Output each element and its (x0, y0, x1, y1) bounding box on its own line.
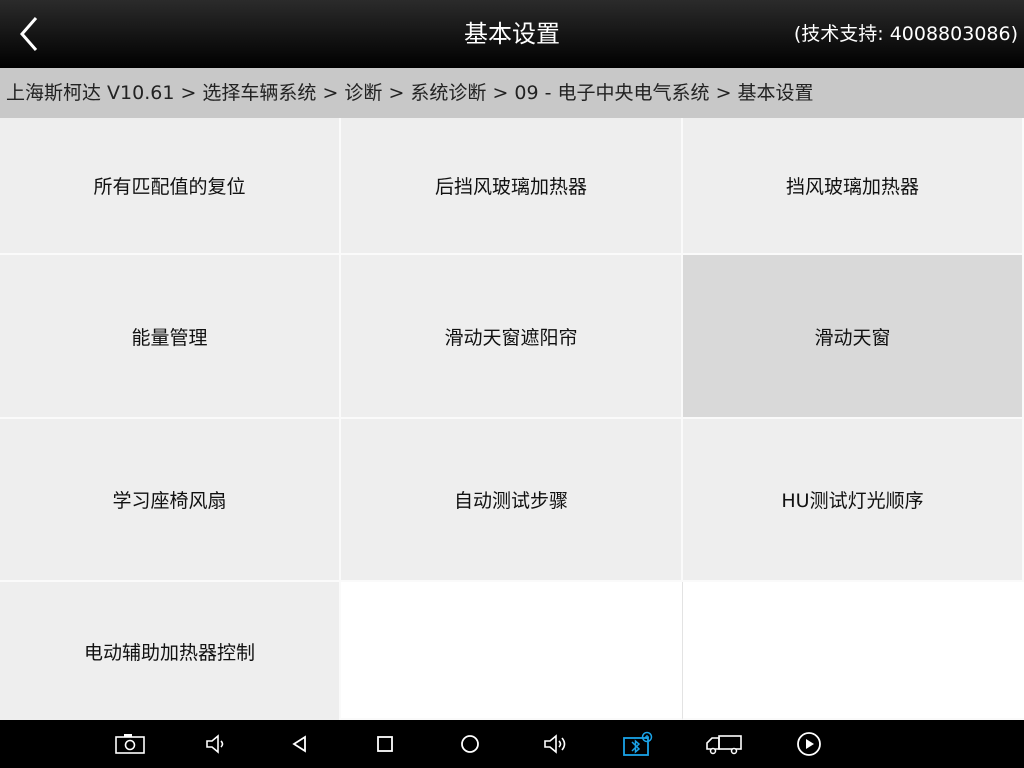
volume-down-button[interactable] (191, 720, 239, 768)
function-label: 电动辅助加热器控制 (83, 641, 255, 664)
title-bar: 基本设置 (技术支持: 4008803086) (0, 0, 1024, 68)
volume-down-icon (206, 734, 224, 754)
function-tile[interactable]: 滑动天窗遮阳帘 (341, 255, 683, 419)
function-label: HU测试灯光顺序 (781, 490, 924, 512)
function-tile-selected[interactable]: 滑动天窗 (683, 255, 1024, 419)
recent-apps-icon (377, 736, 393, 752)
back-icon (292, 735, 306, 753)
vci-bluetooth-icon (623, 731, 653, 756)
screenshot-icon (115, 734, 145, 754)
function-tile[interactable]: 后挡风玻璃加热器 (341, 118, 683, 255)
function-label: 学习座椅风扇 (112, 490, 227, 512)
function-label: 自动测试步骤 (453, 490, 568, 512)
function-tile[interactable]: 挡风玻璃加热器 (683, 118, 1024, 255)
recent-apps-button[interactable] (361, 720, 409, 768)
function-label: 挡风玻璃加热器 (785, 176, 919, 198)
function-label: 后挡风玻璃加热器 (434, 176, 587, 198)
empty-tile (341, 582, 683, 720)
function-label: 能量管理 (131, 326, 208, 349)
home-icon (461, 735, 479, 753)
system-navigation-bar (0, 720, 1024, 768)
empty-tile (683, 582, 1024, 720)
truck-icon (706, 735, 742, 755)
function-tile[interactable]: 学习座椅风扇 (0, 419, 341, 582)
media-play-button[interactable] (785, 720, 833, 768)
vehicle-button[interactable] (700, 720, 748, 768)
screenshot-button[interactable] (106, 720, 154, 768)
function-tile[interactable]: 所有匹配值的复位 (0, 118, 341, 255)
home-button[interactable] (446, 720, 494, 768)
function-tile[interactable]: 电动辅助加热器控制 (0, 582, 341, 720)
support-hotline: (技术支持: 4008803086) (793, 23, 1018, 45)
breadcrumb: 上海斯柯达 V10.61 > 选择车辆系统 > 诊断 > 系统诊断 > 09 -… (0, 68, 1024, 118)
function-label: 滑动天窗遮阳帘 (444, 326, 578, 349)
play-icon (797, 732, 821, 756)
volume-up-button[interactable] (531, 720, 579, 768)
function-label: 所有匹配值的复位 (93, 176, 246, 198)
function-tile[interactable]: 自动测试步骤 (341, 419, 683, 582)
function-label: 滑动天窗 (814, 326, 891, 349)
volume-up-icon (544, 734, 566, 754)
function-grid: 所有匹配值的复位 后挡风玻璃加热器 挡风玻璃加热器 能量管理 滑动天窗遮阳帘 滑… (0, 118, 1024, 720)
function-tile[interactable]: HU测试灯光顺序 (683, 419, 1024, 582)
nav-back-button[interactable] (276, 720, 324, 768)
vci-connection-button[interactable] (614, 720, 662, 768)
function-tile[interactable]: 能量管理 (0, 255, 341, 419)
